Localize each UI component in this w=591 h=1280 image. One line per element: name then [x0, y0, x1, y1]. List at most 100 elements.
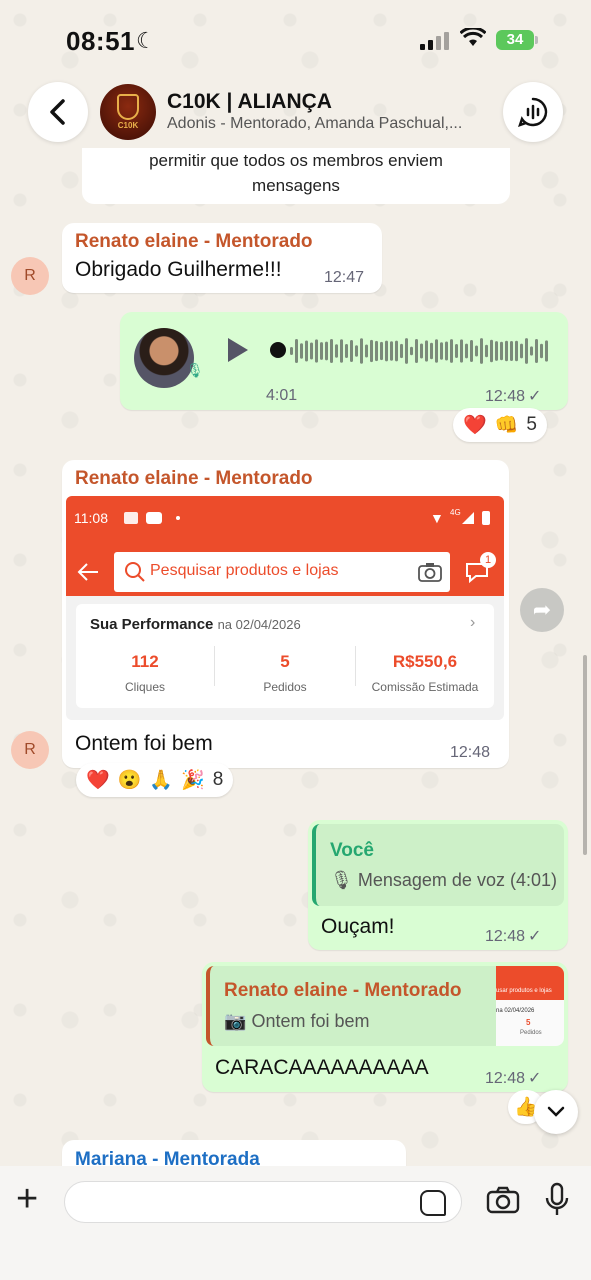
party-reaction: 🎉: [181, 770, 205, 791]
microphone-icon[interactable]: [544, 1182, 570, 1218]
mic-icon: 🎙: [186, 362, 204, 378]
quoted-message[interactable]: Você 🎙 Mensagem de voz (4:01): [312, 824, 564, 906]
quote-sender: Você: [330, 840, 375, 861]
status-time: 08:51: [66, 26, 135, 56]
message-text: Ouçam!: [321, 915, 395, 938]
thumbnail-value: 5: [526, 1018, 531, 1027]
scroll-down-button[interactable]: [534, 1090, 578, 1134]
stat-value: 112: [131, 652, 159, 671]
waveform-bar: [495, 341, 498, 361]
sent-check-icon: ✓: [528, 388, 542, 405]
waveform-bar: [475, 345, 478, 357]
waveform-bar: [425, 340, 428, 362]
waveform-bar: [510, 341, 513, 361]
waveform-bar: [405, 338, 408, 364]
divider: [214, 646, 215, 686]
attach-plus-icon[interactable]: +: [16, 1180, 38, 1218]
reactions-bar[interactable]: ❤️ 👊 5: [453, 408, 547, 442]
chevron-right-icon: ›: [470, 614, 476, 631]
outgoing-reply-message[interactable]: Você 🎙 Mensagem de voz (4:01) Ouçam! 12:…: [308, 820, 568, 950]
battery-tip: [535, 36, 538, 44]
waveform-bar: [335, 344, 338, 358]
stat-label: Cliques: [124, 680, 166, 694]
status-bar: 08:51 ☾ 34: [0, 0, 591, 80]
play-icon[interactable]: [228, 338, 248, 362]
sticker-icon[interactable]: [420, 1190, 446, 1216]
waveform[interactable]: [290, 336, 550, 366]
waveform-bar: [395, 340, 398, 362]
performance-title-text: Sua Performance: [90, 616, 214, 633]
waveform-bar: [380, 341, 383, 361]
back-button[interactable]: [28, 82, 88, 142]
waveform-bar: [545, 340, 548, 362]
message-input[interactable]: [64, 1181, 462, 1223]
waveform-bar: [350, 340, 353, 362]
performance-card: Sua Performance na 02/04/2026 › 112 Cliq…: [76, 604, 494, 708]
chat-badge: 1: [480, 552, 496, 568]
sender-avatar[interactable]: R: [11, 257, 49, 295]
shared-screenshot[interactable]: 11:08 ▼ 4G Pesquisar produtos e lojas 1 …: [66, 496, 504, 720]
waveform-bar: [515, 340, 518, 362]
camera-icon: 📷: [224, 1011, 247, 1031]
stat-value: R$550,6: [392, 652, 458, 671]
waveform-bar: [400, 343, 403, 359]
arrow-left-icon: [77, 563, 98, 581]
waveform-bar: [500, 341, 503, 361]
screenshot-time: 11:08: [74, 510, 108, 526]
shield-icon: [117, 94, 139, 120]
notification-dot: [176, 516, 180, 520]
waveform-bar: [455, 343, 458, 359]
quote-text-value: Mensagem de voz (4:01): [357, 870, 557, 890]
waveform-bar: [525, 338, 528, 364]
stat-value: 5: [280, 652, 290, 671]
waveform-bar: [440, 342, 443, 360]
message-sender[interactable]: Renato elaine - Mentorado: [75, 468, 313, 490]
quoted-message[interactable]: Renato elaine - Mentorado 📷 Ontem foi be…: [206, 966, 564, 1046]
quote-thumbnail: usar produtos e lojas na 02/04/2026 5 Pe…: [496, 966, 564, 1046]
waveform-bar: [345, 343, 348, 359]
playback-scrubber[interactable]: [270, 342, 286, 358]
screenshot-wifi-icon: ▼: [430, 510, 444, 526]
waveform-bar: [420, 343, 423, 359]
sender-avatar[interactable]: R: [11, 731, 49, 769]
waveform-bar: [305, 340, 308, 362]
waveform-bar: [540, 343, 543, 359]
message-time: 12:47: [324, 269, 365, 286]
camera-icon[interactable]: [486, 1186, 520, 1214]
stat-label: Pedidos: [263, 680, 307, 694]
quote-text: 🎙 Mensagem de voz (4:01): [330, 870, 557, 891]
message-sender[interactable]: Renato elaine - Mentorado: [75, 231, 313, 253]
app-header: 11:08 ▼ 4G Pesquisar produtos e lojas 1: [66, 496, 504, 596]
group-title[interactable]: C10K | ALIANÇA: [167, 90, 332, 114]
voice-time: 12:48 ✓: [485, 386, 541, 406]
group-avatar[interactable]: C10K: [100, 84, 156, 140]
message-time: 12:48: [450, 744, 491, 761]
thumbnail-header: [496, 966, 564, 1000]
waveform-bar: [505, 340, 508, 362]
thumbnail-date: na 02/04/2026: [496, 1008, 535, 1014]
avatar-label: C10K: [117, 121, 139, 130]
performance-title: Sua Performance na 02/04/2026: [90, 616, 301, 633]
stat-clicks: 112 Cliques: [76, 652, 214, 694]
quote-text: 📷 Ontem foi bem: [224, 1011, 369, 1032]
waveform-bar: [390, 341, 393, 361]
reactions-bar[interactable]: ❤️ 😮 🙏 🎉 8: [76, 763, 234, 797]
waveform-bar: [445, 341, 448, 361]
incoming-message[interactable]: Renato elaine - Mentorado Obrigado Guilh…: [62, 223, 382, 293]
pray-reaction: 🙏: [149, 770, 174, 791]
image-icon: [124, 512, 138, 524]
reaction-count: 8: [212, 769, 224, 790]
waveform-bar: [480, 338, 483, 364]
voice-chat-button[interactable]: [503, 82, 563, 142]
group-members[interactable]: Adonis - Mentorado, Amanda Paschual,...: [167, 115, 487, 133]
scrollbar[interactable]: [583, 655, 587, 855]
outgoing-reply-message[interactable]: Renato elaine - Mentorado 📷 Ontem foi be…: [202, 962, 568, 1092]
message-composer: +: [0, 1166, 591, 1280]
forward-button[interactable]: ➦: [520, 588, 564, 632]
screenshot-search-box: Pesquisar produtos e lojas: [114, 552, 450, 592]
search-placeholder: Pesquisar produtos e lojas: [150, 562, 339, 579]
thumbnail-text: usar produtos e lojas: [496, 988, 552, 994]
voice-duration: 4:01: [266, 387, 298, 404]
performance-date: na 02/04/2026: [217, 617, 301, 632]
waveform-bar: [530, 346, 533, 356]
